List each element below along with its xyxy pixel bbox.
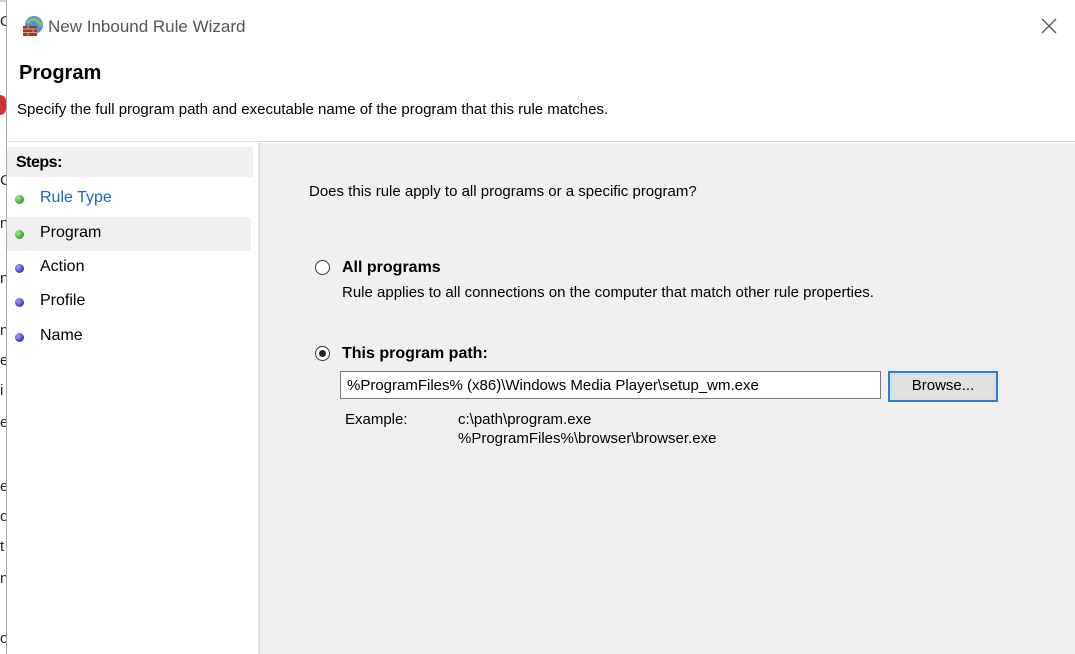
title-bar[interactable]: New Inbound Rule Wizard <box>7 0 1075 54</box>
step-rule-type[interactable]: Rule Type <box>7 182 251 216</box>
example-line: c:\path\program.exe <box>458 411 592 428</box>
steps-pane: Steps: Rule Type Program Action Profile … <box>7 143 259 654</box>
program-path-input[interactable] <box>340 371 881 399</box>
header-divider <box>7 141 1075 142</box>
step-pending-icon <box>15 264 24 273</box>
step-label: Name <box>40 327 83 344</box>
step-current-icon <box>15 230 24 239</box>
step-action: Action <box>7 251 251 285</box>
steps-heading: Steps: <box>16 154 62 171</box>
all-programs-label[interactable]: All programs <box>342 259 441 277</box>
steps-header: Steps: <box>7 147 253 177</box>
content-pane: Does this rule apply to all programs or … <box>259 143 1075 654</box>
step-profile: Profile <box>7 285 251 319</box>
step-label: Program <box>40 224 102 241</box>
step-label: Profile <box>40 292 86 309</box>
window-title: New Inbound Rule Wizard <box>48 17 246 36</box>
step-label[interactable]: Rule Type <box>40 189 112 207</box>
question-text: Does this rule apply to all programs or … <box>309 183 697 200</box>
example-line: %ProgramFiles%\browser\browser.exe <box>458 430 717 447</box>
step-completed-icon <box>15 195 24 204</box>
firewall-icon <box>23 16 43 36</box>
browse-button-label: Browse... <box>911 377 975 394</box>
example-label: Example: <box>345 411 408 428</box>
step-pending-icon <box>15 298 24 307</box>
radio-selected-dot <box>319 350 326 357</box>
step-program[interactable]: Program <box>7 217 251 251</box>
close-icon[interactable] <box>1038 15 1060 37</box>
step-label: Action <box>40 258 85 275</box>
page-description: Specify the full program path and execut… <box>17 101 609 118</box>
step-pending-icon <box>15 333 24 342</box>
browse-button[interactable]: Browse... <box>888 371 998 402</box>
this-program-path-radio[interactable] <box>315 346 330 361</box>
page-title: Program <box>19 62 102 84</box>
step-name: Name <box>7 320 251 354</box>
this-program-path-label[interactable]: This program path: <box>342 345 488 363</box>
all-programs-radio[interactable] <box>315 260 330 275</box>
wizard-window: New Inbound Rule Wizard Program Specify … <box>6 0 1075 654</box>
all-programs-description: Rule applies to all connections on the c… <box>342 284 874 301</box>
